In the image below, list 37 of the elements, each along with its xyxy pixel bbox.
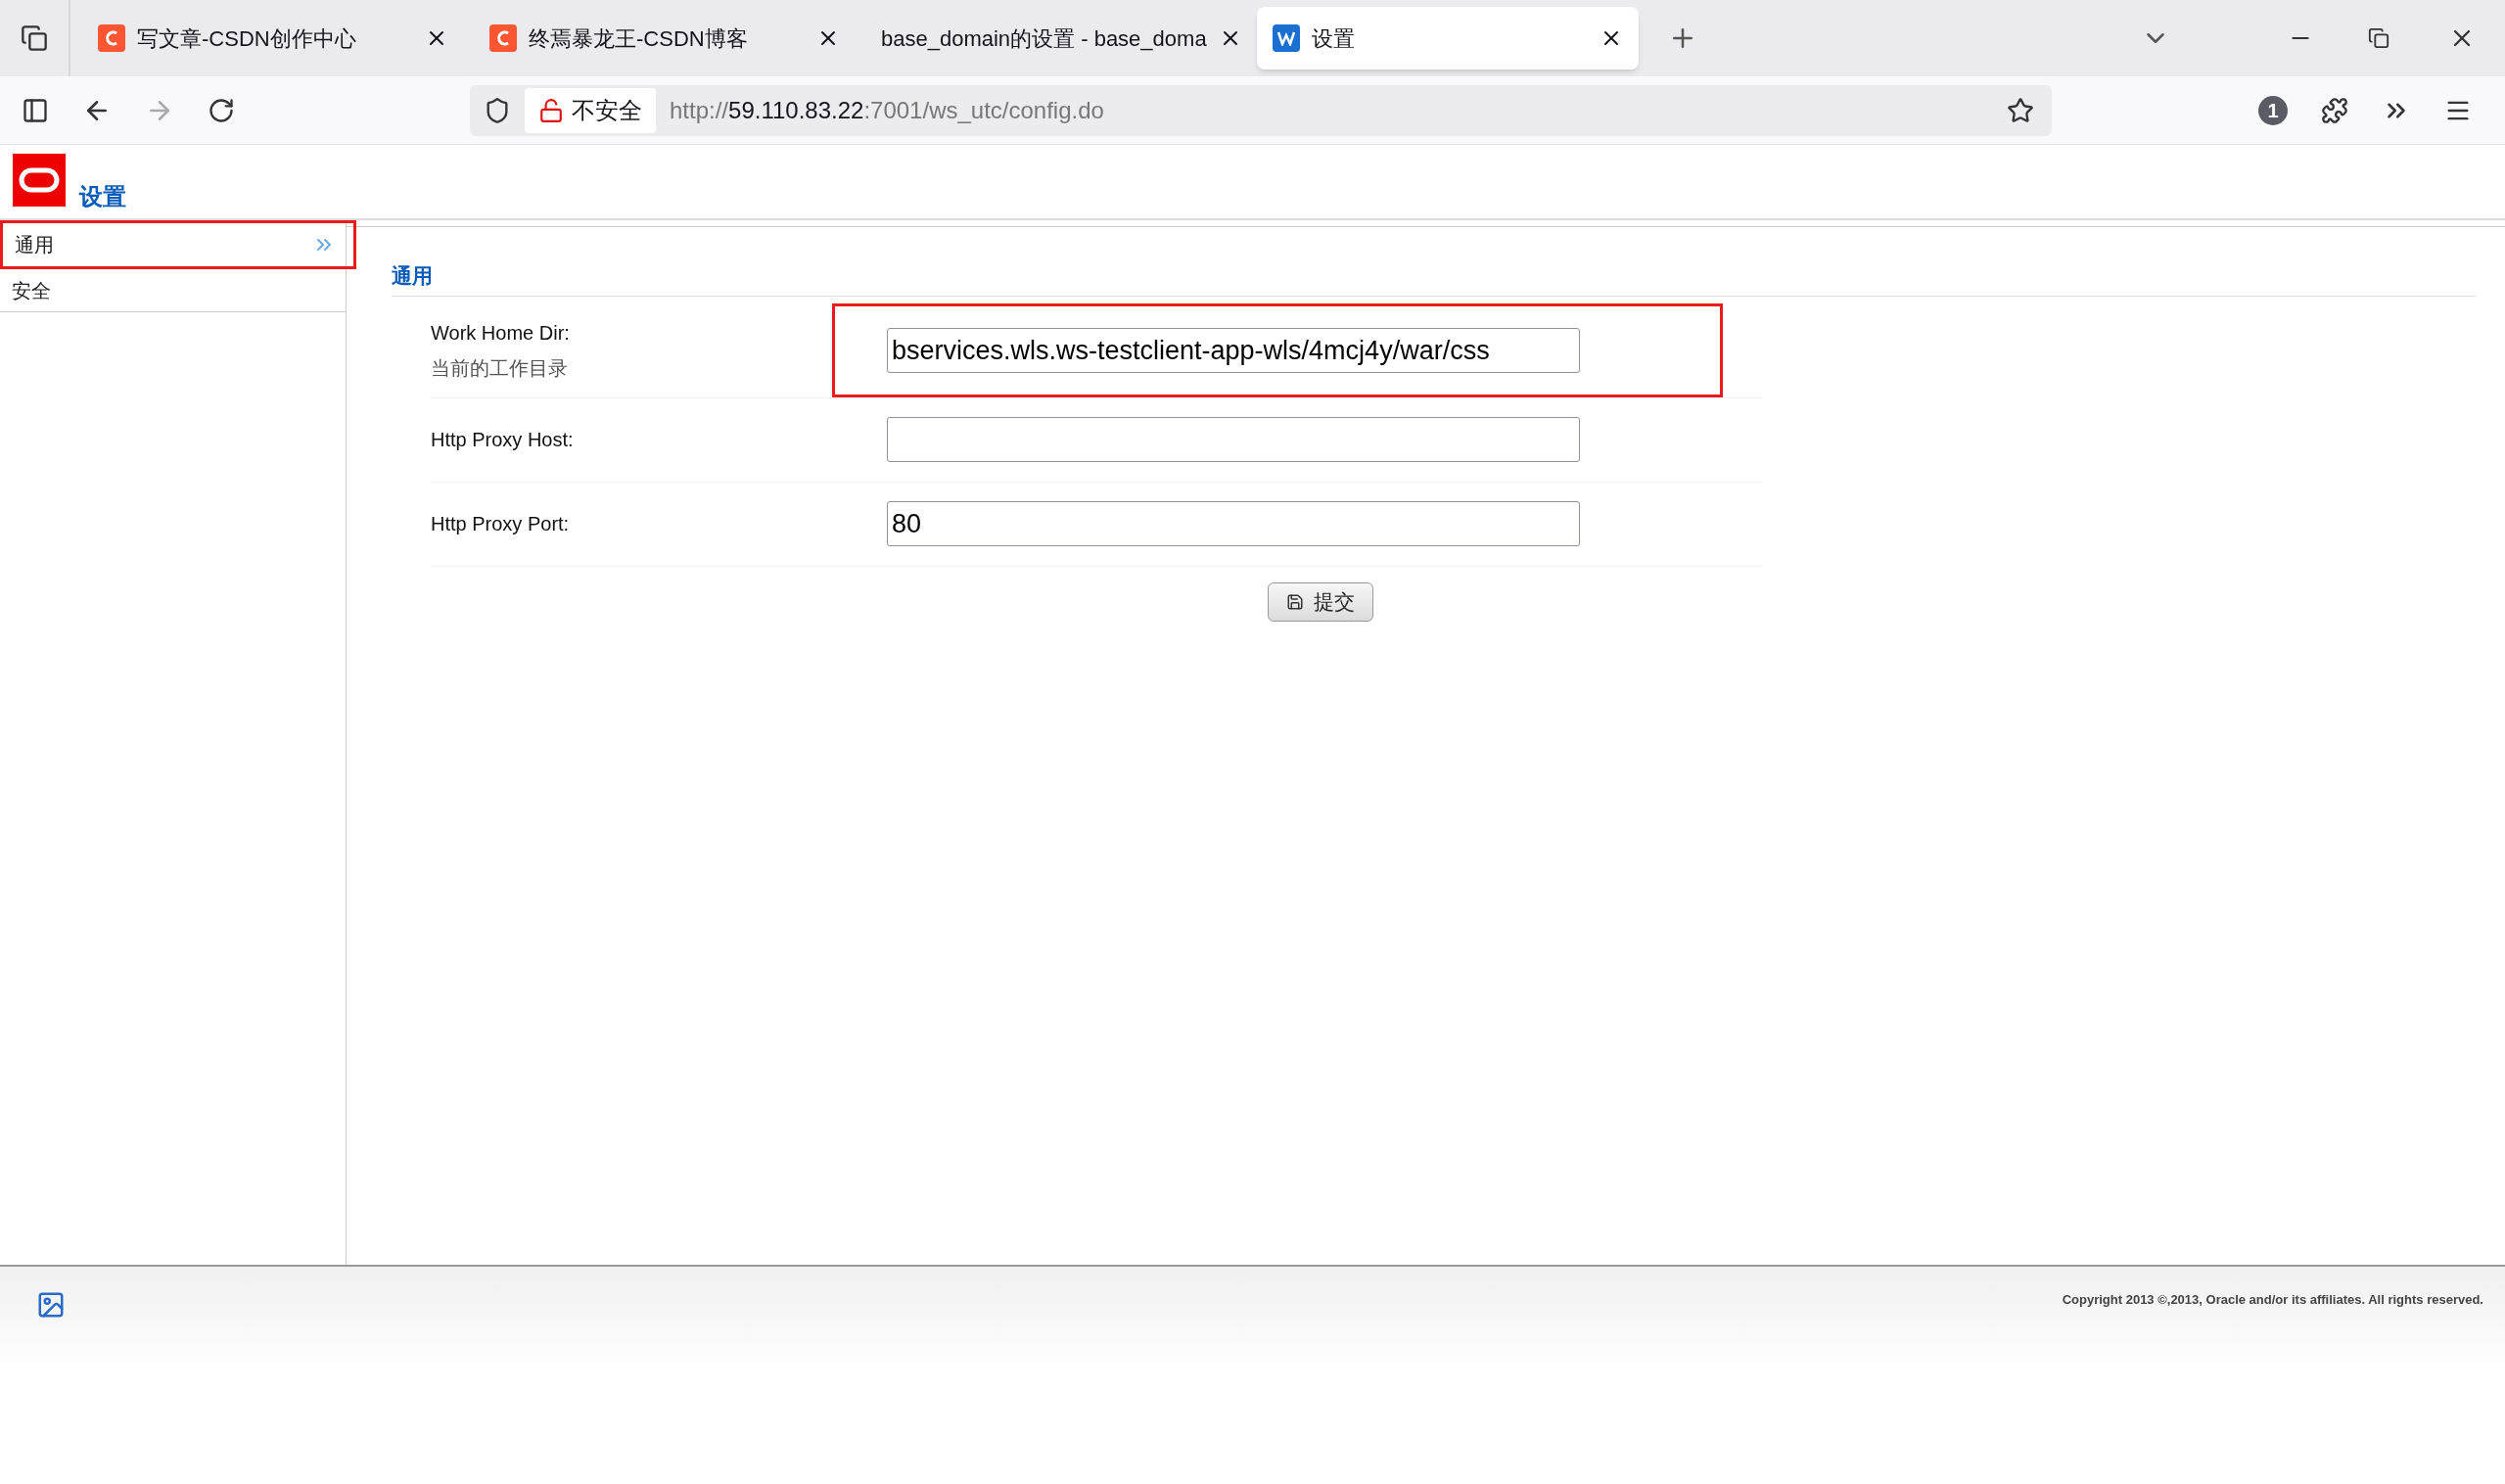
oracle-logo-icon bbox=[13, 154, 66, 207]
field-hint: 当前的工作目录 bbox=[431, 356, 569, 381]
address-bar[interactable]: 不安全 http://59.110.83.22:7001/ws_utc/config.do bbox=[470, 84, 2052, 136]
tab-title: 写文章-CSDN创作中心 bbox=[137, 24, 357, 53]
text-input[interactable]: bservices.wls.ws-testclient-app-wls/4mcj4y/war/css bbox=[887, 328, 1580, 373]
sidebar-item[interactable]: 通用 bbox=[0, 220, 356, 269]
page-title: 设置 bbox=[79, 182, 126, 211]
reload-icon[interactable] bbox=[208, 96, 235, 124]
section-title: 通用 bbox=[392, 260, 2476, 297]
bookmark-star-icon[interactable] bbox=[2007, 96, 2034, 124]
tab-list-icon[interactable] bbox=[21, 24, 48, 52]
field-label: Http Proxy Port: bbox=[431, 512, 571, 536]
image-icon bbox=[36, 1290, 66, 1320]
extension-badge[interactable]: 1 bbox=[2258, 95, 2288, 125]
text-input[interactable]: 80 bbox=[887, 501, 1580, 546]
text-input[interactable] bbox=[887, 417, 1580, 462]
weblogic-logo-icon bbox=[1273, 24, 1300, 52]
field-label: Http Proxy Host: bbox=[431, 428, 575, 452]
tab-title: 终焉暴龙王-CSDN博客 bbox=[529, 24, 749, 53]
sidebar-icon[interactable] bbox=[22, 96, 49, 124]
browser-tab[interactable]: base_domain的设置 - base_doma bbox=[865, 7, 1247, 70]
security-indicator[interactable]: 不安全 bbox=[525, 87, 656, 133]
browser-tab[interactable]: 写文章-CSDN创作中心 bbox=[82, 7, 464, 70]
copyright-text: Copyright 2013 ©,2013, Oracle and/or its affiliates. All rights reserved. bbox=[2062, 1291, 2483, 1309]
csdn-logo-icon bbox=[98, 24, 125, 52]
browser-tab[interactable]: 设置 bbox=[1257, 7, 1639, 70]
field-label: Work Home Dir: bbox=[431, 321, 571, 346]
browser-tab[interactable]: 终焉暴龙王-CSDN博客 bbox=[474, 7, 856, 70]
tab-title: base_domain的设置 - base_doma bbox=[881, 24, 1207, 53]
extensions-icon[interactable] bbox=[2321, 96, 2348, 124]
submit-button[interactable]: 提交 bbox=[1268, 581, 1373, 622]
tab-title: 设置 bbox=[1312, 24, 1356, 53]
sidebar-item[interactable]: 安全 bbox=[0, 269, 346, 312]
save-icon bbox=[1286, 592, 1304, 611]
csdn-logo-icon bbox=[489, 24, 517, 52]
restore-icon[interactable] bbox=[2368, 27, 2389, 49]
url-text: http://59.110.83.22:7001/ws_utc/config.do bbox=[670, 95, 1105, 125]
